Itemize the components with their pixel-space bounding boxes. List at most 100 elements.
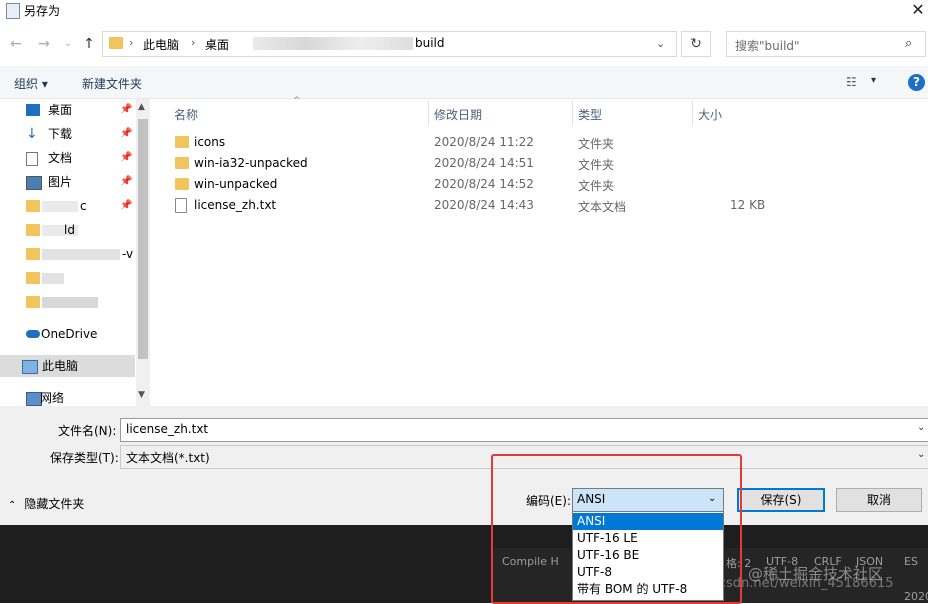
column-header-modified[interactable]: 修改日期 <box>434 106 482 123</box>
nav-item-label: 下载 <box>48 127 73 141</box>
nav-item-folder[interactable] <box>20 267 145 289</box>
folder-icon <box>26 272 40 284</box>
file-modified: 2020/8/24 14:52 <box>434 177 534 191</box>
scroll-up-icon[interactable]: ▲ <box>138 102 145 112</box>
hide-folders-toggle[interactable]: ⌃ 隐藏文件夹 <box>8 495 84 512</box>
file-type: 文本文档 <box>578 200 627 214</box>
file-name: license_zh.txt <box>194 198 277 212</box>
nav-item-label: 此电脑 <box>42 359 79 373</box>
folder-icon <box>175 157 189 169</box>
search-icon[interactable]: ⌕ <box>905 36 912 51</box>
breadcrumb-this-pc[interactable]: 此电脑 <box>143 36 179 53</box>
close-button[interactable]: ✕ <box>908 0 928 20</box>
chevron-up-icon: ⌃ <box>8 500 17 511</box>
folder-icon <box>26 248 40 260</box>
folder-icon <box>26 224 40 236</box>
new-folder-button[interactable]: 新建文件夹 <box>82 75 142 92</box>
filetype-label: 保存类型(T): <box>50 451 119 465</box>
hide-folders-label: 隐藏文件夹 <box>24 497 85 511</box>
recent-locations-button[interactable]: ⌄ <box>60 36 76 52</box>
file-modified: 2020/8/24 14:43 <box>434 198 534 212</box>
file-name: win-ia32-unpacked <box>194 156 308 170</box>
column-header-type[interactable]: 类型 <box>578 106 602 123</box>
scroll-down-icon[interactable]: ▼ <box>138 390 145 400</box>
help-icon[interactable]: ? <box>908 74 925 91</box>
pin-icon: 📌 <box>120 152 133 163</box>
search-box[interactable]: 搜索"build" ⌕ <box>726 31 926 57</box>
column-divider[interactable] <box>692 100 693 126</box>
breadcrumb-separator: › <box>191 36 196 49</box>
taskbar-clock: 2020 <box>904 590 928 603</box>
nav-item-folder[interactable]: -v <box>20 243 145 265</box>
breadcrumb-separator: › <box>129 36 134 49</box>
blurred-label <box>42 201 78 212</box>
nav-scrollbar[interactable]: ▲ ▼ <box>136 99 150 406</box>
scroll-thumb[interactable] <box>138 119 148 359</box>
file-row[interactable]: win-ia32-unpacked 2020/8/24 14:51 文件夹 <box>170 153 770 174</box>
file-size: 12 KB <box>730 198 766 212</box>
cloud-icon <box>26 330 40 338</box>
nav-item-desktop[interactable]: 桌面 📌 <box>20 99 145 121</box>
status-item[interactable]: ES <box>904 555 918 568</box>
organize-menu[interactable]: 组织 ▾ <box>14 75 48 92</box>
save-button[interactable]: 保存(S) <box>737 488 825 512</box>
column-divider[interactable] <box>428 100 429 126</box>
filename-value: license_zh.txt <box>126 422 209 436</box>
chevron-down-icon[interactable]: ▾ <box>871 75 876 86</box>
file-type: 文件夹 <box>578 137 615 151</box>
blurred-label <box>42 297 98 308</box>
column-header-size[interactable]: 大小 <box>698 106 722 123</box>
breadcrumb-desktop[interactable]: 桌面 <box>205 36 229 53</box>
filename-input[interactable]: license_zh.txt ⌄ <box>120 418 928 442</box>
folder-icon <box>175 136 189 148</box>
up-button[interactable]: ↑ <box>81 36 97 52</box>
nav-item-folder[interactable]: ld <box>20 219 145 241</box>
computer-icon <box>22 360 38 374</box>
pin-icon: 📌 <box>120 128 133 139</box>
pin-icon: 📌 <box>120 104 133 115</box>
nav-item-label: 桌面 <box>48 103 73 117</box>
blurred-path <box>253 37 413 50</box>
notepad-icon <box>6 3 20 19</box>
navigation-pane: 桌面 📌 ↓ 下载 📌 文档 📌 图片 📌 c 📌 ld -v OneDrive… <box>0 99 150 406</box>
pin-icon: 📌 <box>120 200 133 211</box>
column-divider[interactable] <box>572 100 573 126</box>
sort-ascending-icon: ^ <box>293 96 301 106</box>
nav-item-this-pc[interactable]: 此电脑 <box>0 355 135 377</box>
nav-item-downloads[interactable]: ↓ 下载 📌 <box>20 123 145 145</box>
file-row[interactable]: win-unpacked 2020/8/24 14:52 文件夹 <box>170 174 770 195</box>
nav-item-onedrive[interactable]: OneDrive <box>20 323 145 345</box>
file-type: 文件夹 <box>578 179 615 193</box>
chevron-down-icon[interactable]: ⌄ <box>656 37 665 50</box>
chevron-down-icon[interactable]: ⌄ <box>917 449 925 460</box>
column-header-name[interactable]: 名称 <box>174 106 198 123</box>
command-bar: 组织 ▾ 新建文件夹 ☷ ▾ ? <box>0 66 928 99</box>
view-options-icon[interactable]: ☷ <box>846 75 857 89</box>
folder-icon <box>26 200 40 212</box>
file-row[interactable]: icons 2020/8/24 11:22 文件夹 <box>170 132 770 153</box>
desktop-icon <box>26 104 40 116</box>
pictures-icon <box>26 176 42 190</box>
folder-icon <box>175 178 189 190</box>
address-bar[interactable]: › 此电脑 › 桌面 build ⌄ <box>102 31 677 57</box>
refresh-button[interactable]: ↻ <box>681 31 711 57</box>
cancel-button[interactable]: 取消 <box>836 488 922 512</box>
filetype-value: 文本文档(*.txt) <box>126 451 210 465</box>
file-modified: 2020/8/24 14:51 <box>434 156 534 170</box>
back-button[interactable]: ← <box>8 36 24 52</box>
file-row[interactable]: license_zh.txt 2020/8/24 14:43 文本文档 12 K… <box>170 195 770 216</box>
download-icon: ↓ <box>26 126 38 142</box>
chevron-down-icon[interactable]: ⌄ <box>917 422 925 433</box>
blurred-label <box>42 249 120 260</box>
breadcrumb-build[interactable]: build <box>415 36 445 50</box>
nav-item-documents[interactable]: 文档 📌 <box>20 147 145 169</box>
file-type: 文件夹 <box>578 158 615 172</box>
nav-item-folder[interactable] <box>20 291 145 313</box>
nav-item-folder[interactable]: c 📌 <box>20 195 145 217</box>
folder-icon <box>109 37 123 49</box>
file-name: icons <box>194 135 226 149</box>
forward-button[interactable]: → <box>36 36 52 52</box>
nav-item-pictures[interactable]: 图片 📌 <box>20 171 145 193</box>
nav-item-label: 文档 <box>48 151 73 165</box>
window-title: 另存为 <box>24 4 61 18</box>
